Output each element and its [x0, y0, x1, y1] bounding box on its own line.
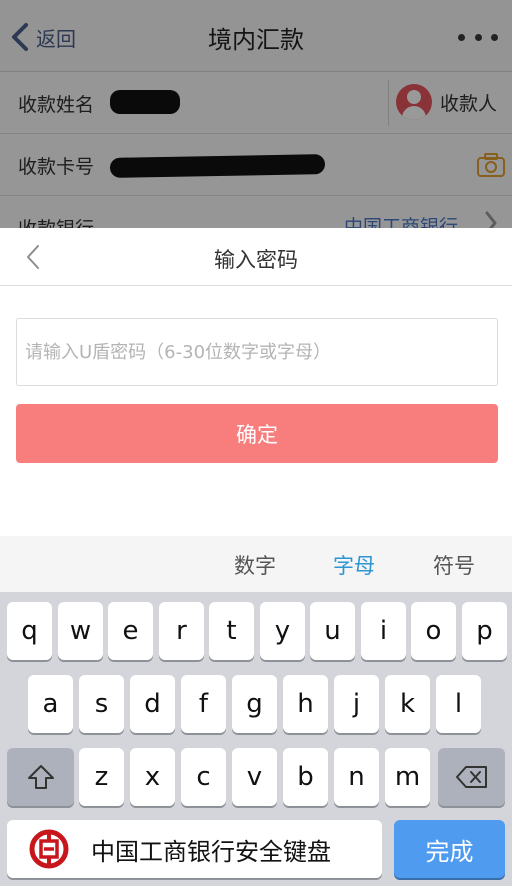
u-shield-password-input[interactable]	[16, 318, 498, 386]
key-w[interactable]: w	[58, 602, 103, 660]
tab-symbols[interactable]: 符号	[433, 550, 475, 580]
key-x[interactable]: x	[130, 748, 175, 806]
key-a[interactable]: a	[28, 675, 73, 733]
key-n[interactable]: n	[334, 748, 379, 806]
password-dialog: 输入密码 确定	[0, 228, 512, 536]
key-v[interactable]: v	[232, 748, 277, 806]
key-z[interactable]: z	[79, 748, 124, 806]
shift-icon	[27, 765, 54, 789]
tab-letters[interactable]: 字母	[333, 550, 375, 580]
secure-keyboard-brand-bar: 中国工商银行安全键盘	[7, 820, 382, 878]
key-u[interactable]: u	[310, 602, 355, 660]
key-t[interactable]: t	[209, 602, 254, 660]
done-key[interactable]: 完成	[394, 820, 505, 878]
shift-key[interactable]	[7, 748, 74, 806]
modal-overlay[interactable]	[0, 0, 512, 230]
key-i[interactable]: i	[361, 602, 406, 660]
key-j[interactable]: j	[334, 675, 379, 733]
key-c[interactable]: c	[181, 748, 226, 806]
key-b[interactable]: b	[283, 748, 328, 806]
key-y[interactable]: y	[260, 602, 305, 660]
keyboard-brand-label: 中国工商银行安全键盘	[91, 837, 331, 866]
key-p[interactable]: p	[462, 602, 507, 660]
key-l[interactable]: l	[436, 675, 481, 733]
delete-key[interactable]	[438, 748, 505, 806]
key-s[interactable]: s	[79, 675, 124, 733]
key-r[interactable]: r	[159, 602, 204, 660]
icbc-logo-icon	[29, 829, 69, 869]
secure-keyboard: 数字 字母 符号 q w e r t y u i o p a s d f g h…	[0, 536, 512, 886]
tab-numbers[interactable]: 数字	[234, 550, 276, 580]
transfer-page: 返回 境内汇款 收款姓名 收款人 收款卡号 收款银行 中国工商银行	[0, 0, 512, 230]
key-g[interactable]: g	[232, 675, 277, 733]
confirm-button[interactable]: 确定	[16, 404, 498, 463]
dialog-title: 输入密码	[214, 248, 298, 272]
key-o[interactable]: o	[411, 602, 456, 660]
key-h[interactable]: h	[283, 675, 328, 733]
key-f[interactable]: f	[181, 675, 226, 733]
dialog-header: 输入密码	[0, 228, 512, 286]
key-q[interactable]: q	[7, 602, 52, 660]
keyboard-mode-tabs: 数字 字母 符号	[0, 536, 512, 592]
key-m[interactable]: m	[385, 748, 430, 806]
key-e[interactable]: e	[108, 602, 153, 660]
key-k[interactable]: k	[385, 675, 430, 733]
key-d[interactable]: d	[130, 675, 175, 733]
backspace-icon	[455, 766, 487, 788]
